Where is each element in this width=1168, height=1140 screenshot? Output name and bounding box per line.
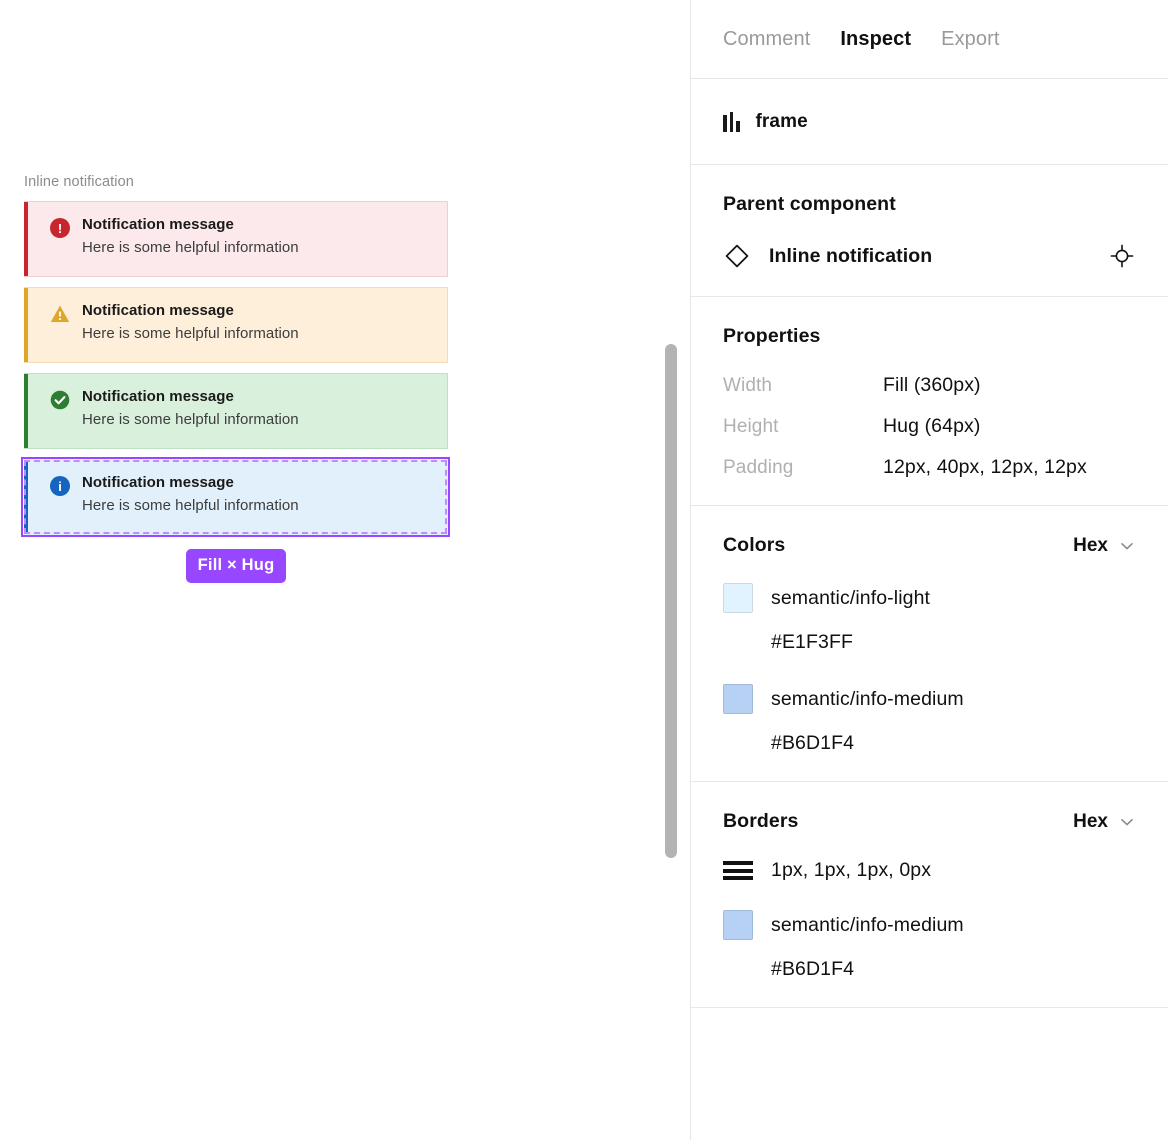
borders-token-list: semantic/info-medium #B6D1F4 bbox=[723, 910, 1136, 981]
border-widths-value: 1px, 1px, 1px, 0px bbox=[771, 859, 932, 881]
size-badge-container: Fill × Hug bbox=[24, 549, 448, 583]
frame-icon bbox=[723, 111, 740, 132]
accent-bar bbox=[24, 202, 28, 276]
color-token[interactable]: semantic/info-medium #B6D1F4 bbox=[723, 684, 1136, 755]
colors-title: Colors bbox=[723, 534, 786, 556]
chevron-down-icon bbox=[1121, 542, 1133, 549]
notification-description: Here is some helpful information bbox=[82, 411, 299, 428]
info-circle-icon: i bbox=[50, 476, 70, 496]
success-check-icon bbox=[50, 390, 70, 410]
border-token-name: semantic/info-medium bbox=[771, 913, 964, 936]
notification-body: Notification message Here is some helpfu… bbox=[82, 386, 299, 432]
design-canvas[interactable]: Inline notification ! Notification messa… bbox=[0, 0, 690, 1140]
property-value[interactable]: Hug (64px) bbox=[883, 415, 980, 438]
notification-body: Notification message Here is some helpfu… bbox=[82, 472, 299, 518]
component-diamond-icon bbox=[725, 244, 749, 268]
border-widths-row[interactable]: 1px, 1px, 1px, 0px bbox=[723, 859, 1136, 882]
property-row-padding: Padding 12px, 40px, 12px, 12px bbox=[723, 456, 1136, 479]
color-swatch bbox=[723, 583, 753, 613]
accent-bar bbox=[24, 288, 28, 362]
properties-title: Properties bbox=[723, 325, 821, 347]
color-token[interactable]: semantic/info-light #E1F3FF bbox=[723, 583, 1136, 654]
property-row-width: Width Fill (360px) bbox=[723, 374, 1136, 397]
selected-node-row[interactable]: frame bbox=[691, 79, 1168, 165]
color-token-name: semantic/info-light bbox=[771, 586, 931, 609]
panel-tabs: Comment Inspect Export bbox=[691, 0, 1168, 79]
inspect-panel: Comment Inspect Export frame Parent comp… bbox=[690, 0, 1168, 1140]
borders-header: Borders Hex bbox=[723, 810, 1136, 833]
notification-list: ! Notification message Here is some help… bbox=[21, 201, 450, 537]
borders-units-selector[interactable]: Hex bbox=[1073, 811, 1136, 833]
tab-comment[interactable]: Comment bbox=[723, 28, 810, 51]
notification-description: Here is some helpful information bbox=[82, 239, 299, 256]
parent-component-section: Parent component Inline notification bbox=[691, 165, 1168, 297]
property-key: Height bbox=[723, 416, 779, 437]
notification-body: Notification message Here is some helpfu… bbox=[82, 214, 299, 260]
accent-bar bbox=[24, 374, 28, 448]
notification-title: Notification message bbox=[82, 474, 234, 491]
properties-header: Properties bbox=[723, 325, 1136, 348]
parent-component-title: Parent component bbox=[723, 193, 896, 215]
notification-card-success[interactable]: Notification message Here is some helpfu… bbox=[24, 373, 448, 449]
parent-component-row[interactable]: Inline notification bbox=[723, 242, 1136, 270]
colors-section: Colors Hex semantic/info-light #E1F3FF s… bbox=[691, 506, 1168, 782]
tab-export[interactable]: Export bbox=[941, 28, 999, 51]
colors-token-list: semantic/info-light #E1F3FF semantic/inf… bbox=[723, 583, 1136, 755]
colors-header: Colors Hex bbox=[723, 534, 1136, 557]
inspect-app: Inline notification ! Notification messa… bbox=[0, 0, 1168, 1140]
property-row-height: Height Hug (64px) bbox=[723, 415, 1136, 438]
canvas-stage: Inline notification ! Notification messa… bbox=[21, 172, 450, 583]
accent-bar bbox=[24, 460, 28, 534]
notification-card-warning[interactable]: Notification message Here is some helpfu… bbox=[24, 287, 448, 363]
notification-body: Notification message Here is some helpfu… bbox=[82, 300, 299, 346]
property-value[interactable]: 12px, 40px, 12px, 12px bbox=[883, 456, 1087, 479]
canvas-vertical-scrollbar[interactable] bbox=[665, 344, 677, 858]
properties-section: Properties Width Fill (360px) Height Hug… bbox=[691, 297, 1168, 506]
selected-node-name: frame bbox=[755, 110, 808, 132]
parent-component-header: Parent component bbox=[723, 193, 1136, 216]
color-swatch bbox=[723, 910, 753, 940]
target-locate-icon[interactable] bbox=[1108, 242, 1136, 270]
property-key: Width bbox=[723, 375, 773, 396]
warning-triangle-icon bbox=[50, 304, 70, 324]
notification-title: Notification message bbox=[82, 216, 234, 233]
notification-title: Notification message bbox=[82, 302, 234, 319]
colors-units-label: Hex bbox=[1073, 534, 1108, 556]
colors-units-selector[interactable]: Hex bbox=[1073, 535, 1136, 557]
chevron-down-icon bbox=[1121, 818, 1133, 825]
notification-title: Notification message bbox=[82, 388, 234, 405]
notification-card-error[interactable]: ! Notification message Here is some help… bbox=[24, 201, 448, 277]
properties-list: Width Fill (360px) Height Hug (64px) Pad… bbox=[723, 374, 1136, 479]
border-color-token[interactable]: semantic/info-medium #B6D1F4 bbox=[723, 910, 1136, 981]
property-value[interactable]: Fill (360px) bbox=[883, 374, 981, 397]
tab-inspect[interactable]: Inspect bbox=[840, 28, 911, 51]
notification-card-info[interactable]: i Notification message Here is some help… bbox=[21, 457, 450, 537]
borders-section: Borders Hex 1px, 1px, 1px, 0px semantic/… bbox=[691, 782, 1168, 1008]
color-token-hex[interactable]: #E1F3FF bbox=[771, 631, 1136, 654]
borders-title: Borders bbox=[723, 810, 799, 832]
notification-description: Here is some helpful information bbox=[82, 325, 299, 342]
size-badge: Fill × Hug bbox=[185, 549, 287, 583]
border-width-stack-icon bbox=[723, 861, 753, 880]
color-token-hex[interactable]: #B6D1F4 bbox=[771, 732, 1136, 755]
color-token-name: semantic/info-medium bbox=[771, 687, 964, 710]
borders-units-label: Hex bbox=[1073, 810, 1108, 832]
color-swatch bbox=[723, 684, 753, 714]
error-circle-icon: ! bbox=[50, 218, 70, 238]
frame-label: Inline notification bbox=[24, 174, 134, 190]
border-token-hex[interactable]: #B6D1F4 bbox=[771, 958, 1136, 981]
property-key: Padding bbox=[723, 457, 794, 478]
parent-component-name: Inline notification bbox=[769, 244, 933, 267]
notification-description: Here is some helpful information bbox=[82, 497, 299, 514]
